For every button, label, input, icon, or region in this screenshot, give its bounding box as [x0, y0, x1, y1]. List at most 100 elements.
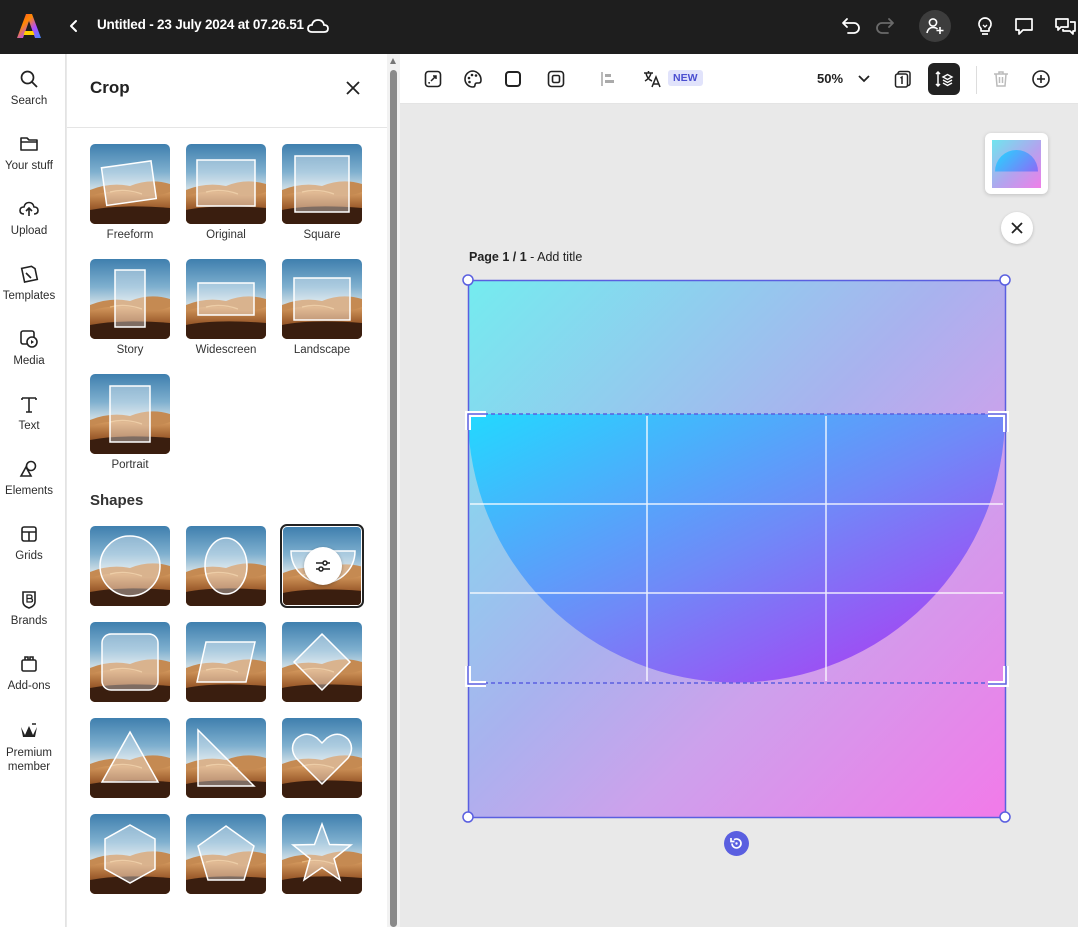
rail-item-elements[interactable]: Elements	[0, 459, 58, 498]
artboard-content	[468, 414, 1005, 683]
rail-item-search[interactable]: Search	[0, 69, 58, 108]
thumbnail-shape	[995, 150, 1038, 172]
artboard[interactable]	[468, 280, 1005, 817]
rail-item-upload[interactable]: Upload	[0, 199, 58, 238]
left-rail: Search Your stuff Upload Templates Media…	[0, 54, 66, 927]
add-title-link[interactable]: - Add title	[527, 250, 582, 264]
trash-icon[interactable]	[989, 67, 1013, 91]
rail-item-premium[interactable]: Premium member	[0, 721, 58, 774]
rail-label: Premium member	[5, 747, 52, 773]
rotate-icon[interactable]	[724, 831, 749, 856]
crop-option-label: Story	[116, 344, 144, 356]
border-icon[interactable]	[501, 67, 525, 91]
inner-frame-icon[interactable]	[544, 67, 568, 91]
search-icon	[20, 70, 38, 88]
editor-toolbar: NEW 50%	[400, 54, 1078, 104]
crop-option-label: Original	[206, 229, 246, 241]
premium-crown-icon	[21, 723, 37, 737]
crop-option-portrait[interactable]	[90, 374, 170, 454]
rail-item-templates[interactable]: Templates	[0, 264, 58, 303]
elements-icon	[19, 460, 37, 477]
shape-rounded-square[interactable]	[90, 622, 170, 702]
rail-item-addons[interactable]: Add-ons	[0, 654, 58, 693]
folder-icon	[20, 137, 38, 151]
rail-label: Media	[13, 355, 45, 367]
shape-parallelogram[interactable]	[186, 622, 266, 702]
shape-star[interactable]	[282, 814, 362, 894]
align-icon[interactable]	[596, 67, 620, 91]
scroll-up-arrow-icon[interactable]	[390, 58, 396, 64]
back-chevron-icon[interactable]	[64, 15, 84, 37]
page-thumbnail[interactable]	[985, 133, 1048, 194]
page-count-icon[interactable]	[891, 67, 915, 91]
rail-label: Text	[18, 420, 40, 432]
divider	[67, 127, 387, 128]
grid-icon	[21, 526, 37, 542]
addons-icon	[21, 656, 37, 672]
crop-option-label: Square	[303, 229, 341, 241]
shapes-section-title: Shapes	[90, 492, 144, 509]
shape-triangle[interactable]	[90, 718, 170, 798]
text-icon	[21, 397, 37, 413]
crop-option-label: Widescreen	[195, 344, 257, 356]
add-icon[interactable]	[1029, 67, 1053, 91]
rail-item-grids[interactable]: Grids	[0, 524, 58, 563]
crop-option-freeform[interactable]	[90, 144, 170, 224]
rail-item-your-stuff[interactable]: Your stuff	[0, 134, 58, 173]
shape-pentagon[interactable]	[186, 814, 266, 894]
rail-label: Brands	[10, 615, 48, 627]
rail-label: Templates	[2, 290, 56, 302]
invite-user-icon[interactable]	[919, 10, 951, 42]
new-badge: NEW	[668, 70, 703, 86]
rail-label: Your stuff	[5, 160, 53, 172]
page-thumbnail-preview	[992, 140, 1041, 188]
shape-heart[interactable]	[282, 718, 362, 798]
adjust-sliders-icon[interactable]	[304, 547, 342, 585]
panel-title: Crop	[90, 78, 130, 97]
shape-half-circle[interactable]	[280, 524, 364, 608]
rail-label: Elements	[5, 485, 53, 497]
crop-option-landscape[interactable]	[282, 259, 362, 339]
zoom-level[interactable]: 50%	[817, 71, 843, 86]
close-icon[interactable]	[343, 78, 363, 98]
rail-label: Upload	[10, 225, 48, 237]
resize-icon[interactable]	[421, 67, 445, 91]
half-circle-shape[interactable]	[468, 414, 1005, 683]
crop-option-widescreen[interactable]	[186, 259, 266, 339]
chat-icon[interactable]	[1052, 13, 1078, 39]
translate-icon[interactable]	[640, 67, 664, 91]
rail-label: Add-ons	[7, 680, 51, 692]
top-bar: Untitled - 23 July 2024 at 07.26.51	[0, 0, 1078, 54]
cloud-icon[interactable]	[306, 15, 330, 37]
media-icon	[20, 330, 38, 348]
rail-item-media[interactable]: Media	[0, 329, 58, 368]
redo-icon[interactable]	[872, 13, 898, 39]
crop-option-original[interactable]	[186, 144, 266, 224]
rail-item-text[interactable]: Text	[0, 394, 58, 433]
palette-icon[interactable]	[461, 67, 485, 91]
crop-option-label: Portrait	[111, 459, 149, 471]
layers-icon[interactable]	[928, 63, 960, 95]
undo-icon[interactable]	[838, 13, 864, 39]
crop-option-square[interactable]	[282, 144, 362, 224]
shape-diamond[interactable]	[282, 622, 362, 702]
shape-right-triangle[interactable]	[186, 718, 266, 798]
crop-option-label: Freeform	[106, 229, 154, 241]
page-label[interactable]: Page 1 / 1 - Add title	[469, 250, 582, 264]
lightbulb-icon[interactable]	[972, 13, 998, 39]
toolbar-separator	[976, 66, 977, 94]
panel-scrollbar[interactable]	[387, 54, 400, 927]
comment-icon[interactable]	[1011, 13, 1037, 39]
shape-ellipse[interactable]	[186, 526, 266, 606]
close-icon[interactable]	[1001, 212, 1033, 244]
chevron-down-icon[interactable]	[856, 70, 872, 86]
document-title[interactable]: Untitled - 23 July 2024 at 07.26.51	[97, 17, 304, 32]
app-logo-icon[interactable]	[16, 13, 42, 39]
shape-hexagon[interactable]	[90, 814, 170, 894]
crop-option-story[interactable]	[90, 259, 170, 339]
rail-item-brands[interactable]: Brands	[0, 589, 58, 628]
shape-circle[interactable]	[90, 526, 170, 606]
crop-panel: Crop Freeform Original Square Story Wide…	[67, 54, 387, 927]
templates-icon	[20, 265, 39, 284]
scrollbar-thumb[interactable]	[390, 70, 397, 927]
